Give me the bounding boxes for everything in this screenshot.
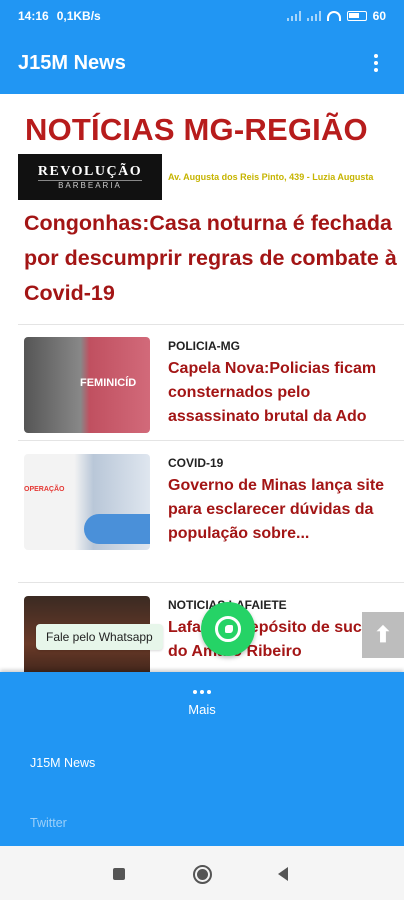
more-button[interactable]: Mais [0, 672, 404, 734]
divider [18, 582, 404, 583]
network-speed: 0,1KB/s [56, 9, 101, 23]
divider [18, 440, 404, 441]
news-category[interactable]: COVID-19 [168, 456, 223, 470]
banner-logo-line2: BARBEARIA [58, 181, 122, 190]
scroll-to-top-button[interactable]: ⬆ [362, 612, 404, 658]
vaccine-arm-image [84, 514, 150, 544]
whatsapp-label[interactable]: Fale pelo Whatsapp [36, 624, 163, 650]
signal-2-icon [306, 11, 321, 21]
news-title[interactable]: Capela Nova:Policias ficam consternados … [168, 357, 392, 429]
banner-address: Av. Augusta dos Reis Pinto, 439 - Luzia … [162, 154, 404, 200]
more-label: Mais [188, 701, 216, 717]
home-icon[interactable] [193, 865, 212, 884]
battery-level: 60 [372, 9, 386, 23]
news-category[interactable]: POLICIA-MG [168, 339, 240, 353]
wifi-icon [326, 11, 341, 21]
more-vertical-icon[interactable] [366, 51, 386, 75]
news-title[interactable]: Governo de Minas lança site para esclare… [168, 474, 392, 546]
news-thumbnail[interactable]: FEMINICÍD [24, 337, 150, 433]
whatsapp-button[interactable] [201, 602, 255, 656]
site-title: NOTÍCIAS MG-REGIÃO [25, 112, 368, 147]
whatsapp-icon [215, 616, 241, 642]
more-horizontal-icon [193, 689, 211, 694]
news-thumbnail[interactable]: OPERAÇÃO [24, 454, 150, 550]
ad-banner[interactable]: REVOLUÇÃO BARBEARIA Av. Augusta dos Reis… [18, 154, 404, 200]
divider [18, 324, 404, 325]
news-item[interactable]: OPERAÇÃO COVID-19 Governo de Minas lança… [24, 454, 404, 564]
headline-link[interactable]: Congonhas:Casa noturna é fechada por des… [24, 206, 400, 311]
battery-icon [346, 11, 367, 21]
news-content[interactable]: NOTÍCIAS MG-REGIÃO REVOLUÇÃO BARBEARIA A… [0, 94, 404, 672]
arrow-up-icon: ⬆ [373, 622, 393, 647]
back-icon[interactable] [278, 867, 288, 881]
menu-item-j15m-news[interactable]: J15M News [30, 756, 95, 770]
app-bar: J15M News [0, 32, 404, 94]
signal-icon [286, 11, 301, 21]
menu-item-twitter[interactable]: Twitter [30, 816, 67, 830]
status-icons: 60 [286, 9, 386, 23]
app-title: J15M News [18, 51, 126, 74]
banner-logo-line1: REVOLUÇÃO [37, 164, 143, 181]
more-menu: J15M News Twitter [0, 734, 404, 846]
thumbnail-caption: FEMINICÍD [80, 377, 137, 389]
status-time: 14:16 [18, 9, 49, 23]
thumbnail-caption: OPERAÇÃO [24, 486, 65, 493]
status-bar: 14:16 0,1KB/s 60 [0, 0, 404, 32]
recents-icon[interactable] [113, 868, 125, 880]
news-item[interactable]: FEMINICÍD POLICIA-MG Capela Nova:Policia… [24, 337, 404, 447]
system-navigation-bar [0, 846, 404, 900]
barbershop-logo: REVOLUÇÃO BARBEARIA [18, 154, 162, 200]
